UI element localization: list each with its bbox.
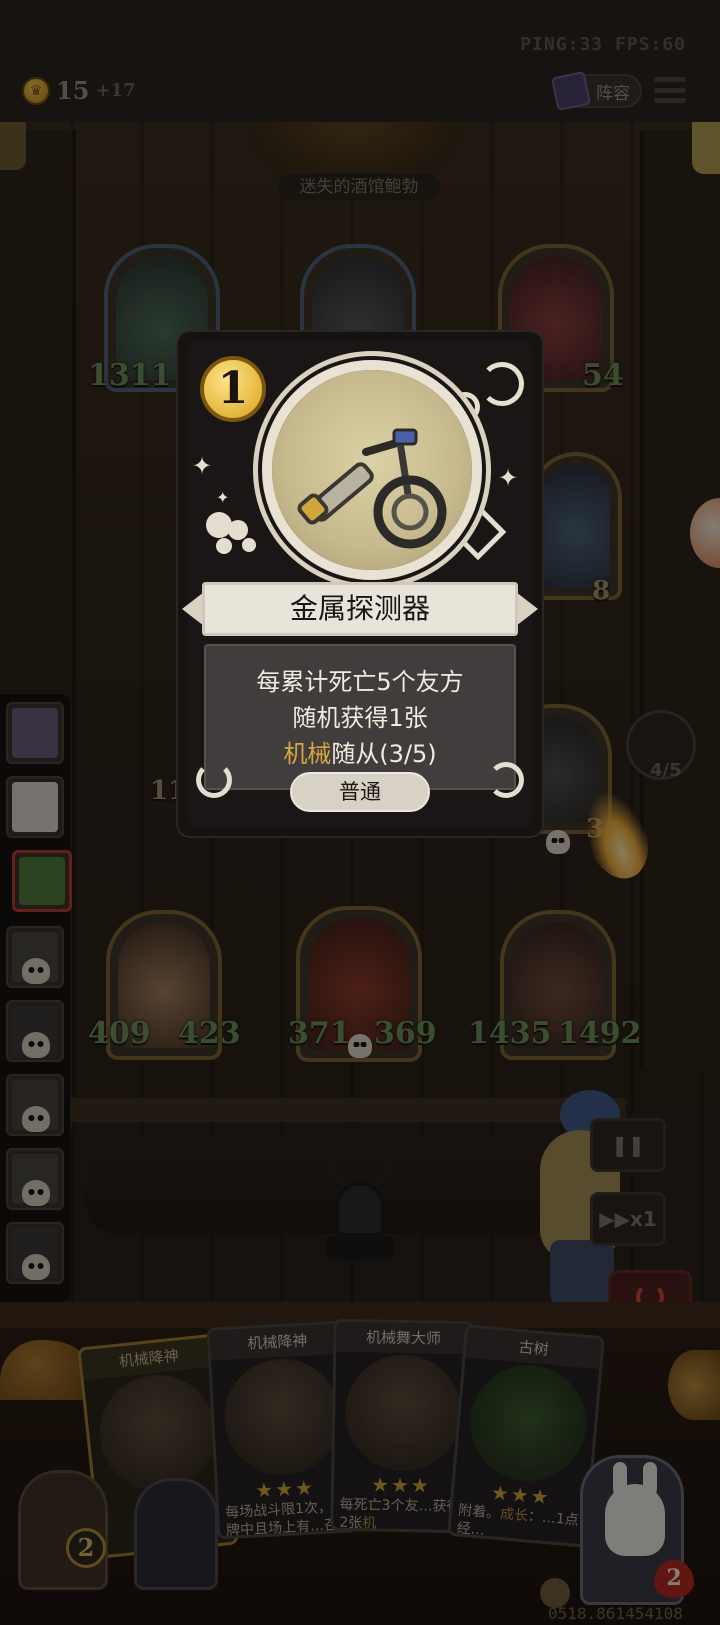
sparkle-icon: ✦ xyxy=(192,452,213,480)
desc-line: 机械随从(3/5) xyxy=(283,740,437,768)
desc-highlight: 机械 xyxy=(283,740,332,768)
item-cost-badge: 1 xyxy=(200,356,266,422)
sparkle-icon: ✦ xyxy=(216,488,230,507)
desc-line: 每累计死亡5个友方 xyxy=(256,668,464,696)
item-title: 金属探测器 xyxy=(289,592,430,625)
item-art-frame xyxy=(262,360,482,580)
curl-decoration xyxy=(488,762,524,798)
desc-line: 随机获得1张 xyxy=(292,704,428,732)
item-title-banner: 金属探测器 xyxy=(182,582,538,636)
sparkle-icon: ✦ xyxy=(498,464,519,492)
bubble-decoration xyxy=(216,538,232,554)
item-card-popup: ✦ ✦ ✦ 1 金属探测器 每累计死亡5个友方 随机获得1张 机械随从(3/5)… xyxy=(176,330,544,838)
bubble-decoration xyxy=(242,538,256,552)
swirl-decoration xyxy=(480,362,524,406)
metal-detector-icon xyxy=(297,428,447,549)
curl-decoration xyxy=(196,762,232,798)
item-description: 每累计死亡5个友方 随机获得1张 机械随从(3/5) xyxy=(204,644,516,790)
item-rarity-tag: 普通 xyxy=(290,772,430,812)
bubble-decoration xyxy=(228,520,248,540)
